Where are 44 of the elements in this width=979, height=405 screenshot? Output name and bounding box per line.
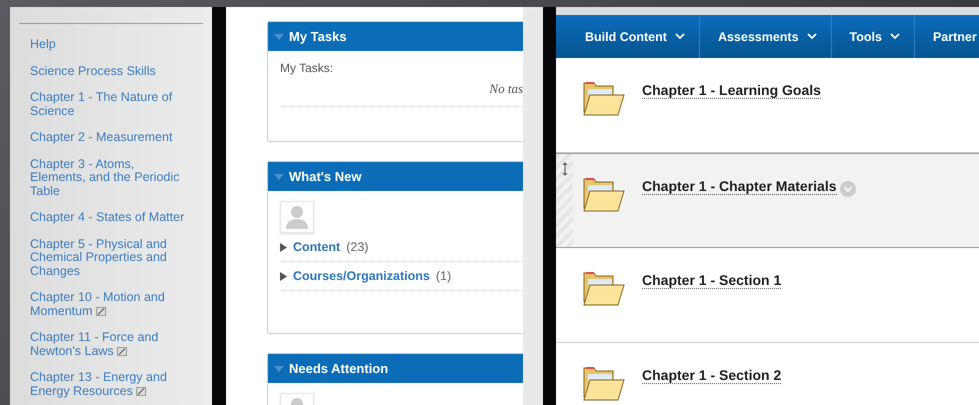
update-count: (23): [346, 240, 368, 254]
expand-triangle-icon[interactable]: [280, 242, 287, 252]
content-item-title[interactable]: Chapter 1 - Learning Goals: [642, 82, 821, 99]
external-link-icon: [116, 346, 127, 356]
drag-handle-icon[interactable]: [562, 162, 568, 176]
folder-icon: [583, 270, 625, 306]
chevron-down-icon: [674, 33, 685, 40]
content-item-title[interactable]: Chapter 1 - Section 2: [642, 367, 782, 384]
course-menu-link[interactable]: Chapter 1 - The Nature of Science: [30, 91, 190, 118]
update-count: (1): [436, 269, 452, 283]
external-link-icon: [96, 306, 106, 316]
expand-triangle-icon[interactable]: [280, 272, 287, 280]
module-header[interactable]: My Tasks: [268, 22, 523, 51]
chevron-down-icon: [806, 33, 817, 40]
course-menu-link[interactable]: Help: [30, 38, 190, 52]
course-menu-link[interactable]: Chapter 10 - Motion and Momentum: [30, 291, 190, 318]
folder-icon: [583, 80, 625, 116]
module-header[interactable]: What's New: [268, 162, 523, 191]
collapse-triangle-icon: [274, 34, 284, 40]
module-title: My Tasks: [289, 29, 347, 44]
update-category-link[interactable]: Content: [293, 240, 340, 254]
course-menu-link[interactable]: Science Process Skills: [30, 64, 190, 78]
module-title: Needs Attention: [289, 361, 388, 376]
tasks-label: My Tasks:: [280, 61, 334, 75]
content-item-title[interactable]: Chapter 1 - Section 1: [642, 272, 782, 289]
avatar-silhouette: [280, 201, 314, 233]
toolbar-menu-button[interactable]: Build Content: [585, 15, 699, 58]
course-menu-link[interactable]: Chapter 2 - Measurement: [30, 131, 190, 144]
content-item-title[interactable]: Chapter 1 - Chapter Materials: [642, 178, 836, 195]
course-menu-link[interactable]: Chapter 4 - States of Matter: [30, 211, 190, 224]
folder-icon: [583, 176, 625, 212]
collapse-triangle-icon: [274, 174, 284, 180]
module-title: What's New: [289, 169, 362, 184]
module-header[interactable]: Needs Attention: [268, 354, 523, 383]
course-menu-link[interactable]: Chapter 11 - Force and Newton's Laws: [30, 331, 190, 358]
course-menu-link[interactable]: Chapter 5 - Physical and Chemical Properties and Changes: [30, 238, 190, 278]
update-category-link[interactable]: Courses/Organizations: [293, 269, 430, 283]
external-link-icon: [136, 386, 146, 396]
collapse-triangle-icon: [274, 366, 284, 372]
folder-icon: [583, 365, 625, 401]
course-menu-link[interactable]: Chapter 13 - Energy and Energy Resources: [30, 371, 190, 398]
chevron-down-icon: [890, 33, 900, 40]
course-menu-link[interactable]: Chapter 3 - Atoms, Elements, and the Periodic Table: [30, 158, 190, 198]
content-item-row[interactable]: Chapter 1 - Chapter Materials: [556, 153, 979, 248]
